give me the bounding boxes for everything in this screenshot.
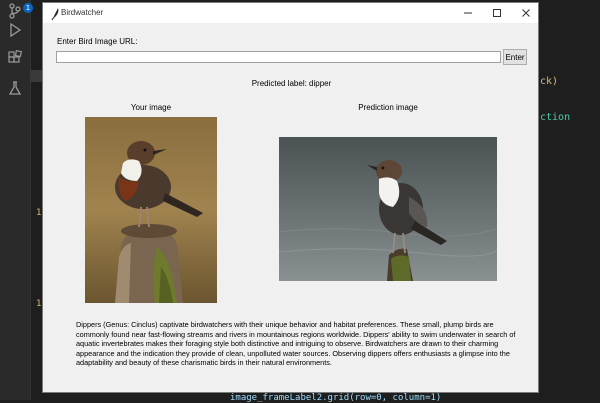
run-debug-icon[interactable] xyxy=(7,22,23,38)
your-image xyxy=(85,117,217,303)
minimize-button[interactable] xyxy=(454,3,482,23)
prediction-image-caption: Prediction image xyxy=(358,103,418,112)
url-input[interactable] xyxy=(56,51,501,63)
bird-description: Dippers (Genus: Cinclus) captivate birdw… xyxy=(76,320,516,367)
your-image-caption: Your image xyxy=(130,103,172,112)
close-icon xyxy=(522,9,530,17)
prediction-image xyxy=(279,137,497,281)
close-button[interactable] xyxy=(512,3,540,23)
source-control-badge: 1 xyxy=(23,3,33,13)
feather-icon xyxy=(49,6,61,21)
minimize-icon xyxy=(464,12,472,14)
url-label: Enter Bird Image URL: xyxy=(57,37,138,46)
title-bar[interactable]: Birdwatcher xyxy=(43,3,538,23)
code-fragment: 1 xyxy=(36,208,42,218)
window-title: Birdwatcher xyxy=(61,8,104,17)
code-fragment: ction xyxy=(540,112,571,123)
maximize-icon xyxy=(493,9,501,17)
code-fragment: image_frameLabel2.grid(row=0, column=1) xyxy=(230,393,442,403)
birdwatcher-window: Birdwatcher Enter Bird Image URL: Enter … xyxy=(42,2,539,393)
enter-button[interactable]: Enter xyxy=(503,49,527,65)
extensions-icon[interactable] xyxy=(7,50,23,66)
testing-icon[interactable] xyxy=(7,80,23,96)
maximize-button[interactable] xyxy=(483,3,511,23)
code-fragment: ck) xyxy=(540,76,559,87)
predicted-label: Predicted label: dipper xyxy=(251,79,332,88)
source-control-icon[interactable]: 1 xyxy=(7,3,33,19)
activity-bar: 1 xyxy=(0,0,33,400)
